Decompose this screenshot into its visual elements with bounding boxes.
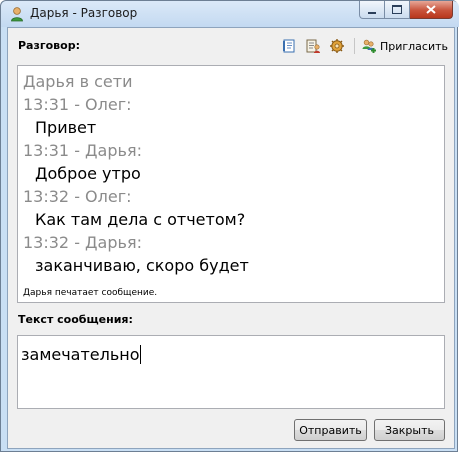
title-bar[interactable]: Дарья - Разговор [1, 1, 459, 27]
conversation-label: Разговор: [18, 39, 80, 52]
text-caret [139, 345, 141, 364]
message-text-label: Текст сообщения: [18, 313, 133, 326]
conversation-toolbar: Пригласить [274, 36, 448, 56]
minimize-icon [368, 11, 376, 14]
toolbar-separator [353, 38, 355, 54]
invite-label: Пригласить [379, 39, 448, 53]
history-icon[interactable] [280, 37, 298, 55]
minimize-button[interactable] [359, 1, 385, 19]
message-text: Как там дела с отчетом? [35, 210, 246, 229]
message-input[interactable]: замечательно [17, 335, 445, 409]
message-input-value: замечательно [21, 345, 140, 364]
user-icon [9, 6, 25, 22]
presence-status: Дарья в сети [23, 72, 133, 91]
maximize-icon [392, 5, 402, 14]
message-header: 13:31 - Дарья: [23, 141, 142, 160]
maximize-button[interactable] [385, 1, 410, 19]
contact-card-icon[interactable] [304, 37, 322, 55]
message-header: 13:32 - Дарья: [23, 233, 142, 252]
window-title: Дарья - Разговор [30, 6, 138, 20]
close-window-button[interactable] [410, 1, 453, 19]
send-button[interactable]: Отправить [294, 419, 367, 441]
caption-buttons [359, 1, 453, 19]
message-text: заканчиваю, скоро будет [35, 256, 249, 275]
conversation-history[interactable]: Дарья в сети 13:31 - Олег: Привет 13:31 … [17, 65, 445, 303]
close-button[interactable]: Закрыть [374, 419, 445, 441]
message-header: 13:32 - Олег: [23, 187, 132, 206]
invite-button[interactable]: Пригласить [361, 38, 448, 54]
message-text: Привет [35, 118, 97, 137]
chat-window: Дарья - Разговор Разговор: Пригласить Да… [0, 0, 459, 452]
typing-indicator: Дарья печатает сообщение. [23, 288, 158, 298]
message-header: 13:31 - Олег: [23, 95, 132, 114]
message-text: Доброе утро [35, 164, 141, 183]
message-list: Дарья в сети 13:31 - Олег: Привет 13:31 … [23, 70, 444, 277]
window-client-area: Разговор: Пригласить Дарья в сети 13:31 … [7, 27, 455, 449]
close-icon [426, 5, 436, 14]
settings-icon[interactable] [328, 37, 346, 55]
add-users-icon [362, 39, 376, 53]
